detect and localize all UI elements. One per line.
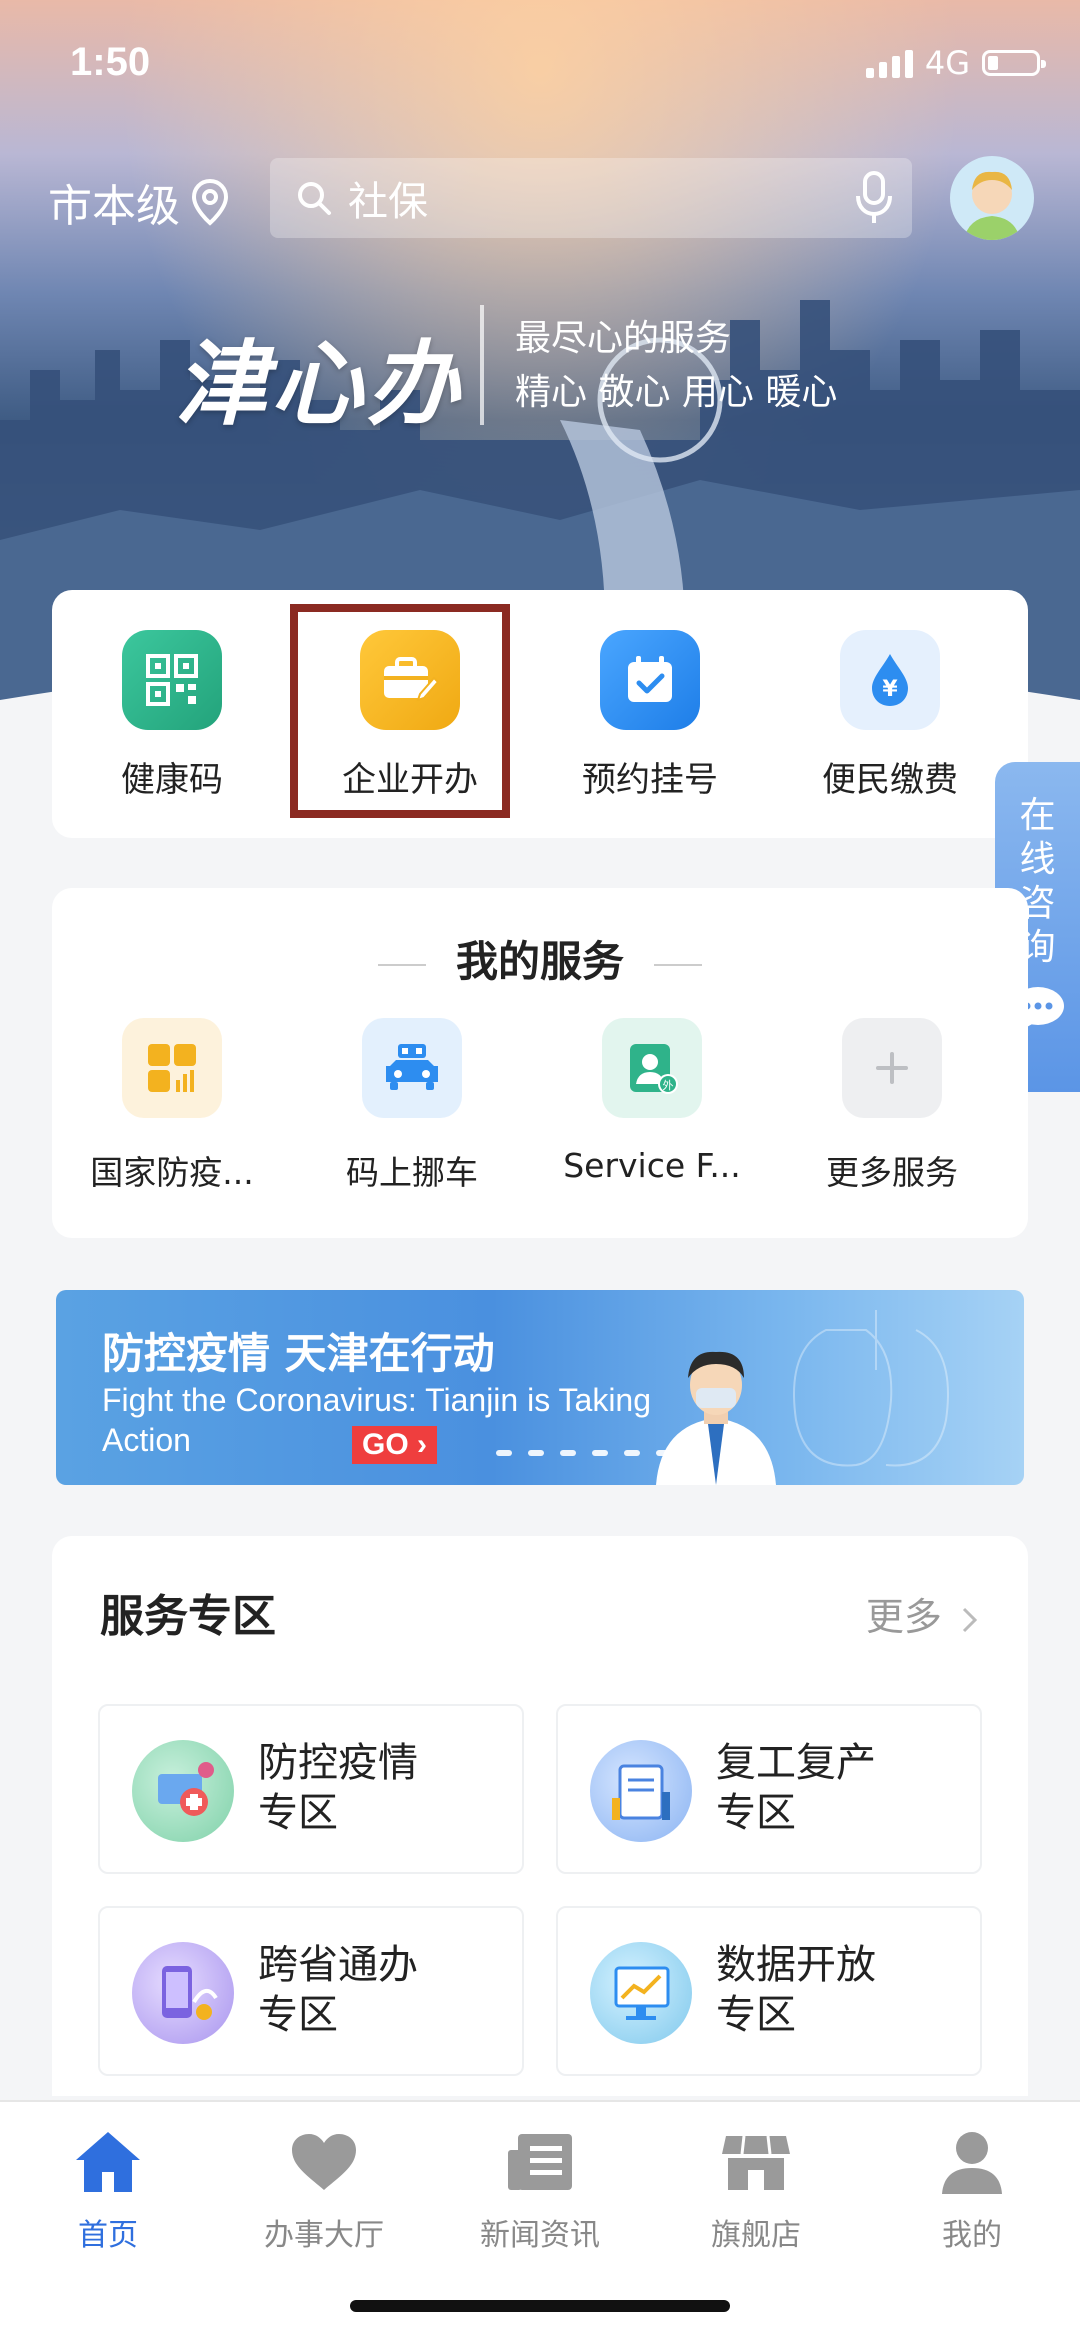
highlight-annotation-box [290, 604, 510, 818]
service-item-label: Service F... [563, 1146, 741, 1185]
service-item-foreigner[interactable]: 外 Service F... [532, 1018, 772, 1185]
network-label: 4G [924, 44, 970, 82]
svg-text:外: 外 [663, 1079, 674, 1092]
qr-code-icon [122, 630, 222, 730]
car-icon [362, 1018, 462, 1118]
zone-item-cross-province[interactable]: 跨省通办 专区 [98, 1906, 524, 2076]
zone-line2: 专区 [258, 1790, 338, 1836]
slogan-line1: 最尽心的服务 [515, 318, 732, 359]
location-label: 市本级 [48, 181, 180, 232]
avatar-icon [964, 171, 1020, 240]
quick-action-label: 便民缴费 [822, 760, 958, 800]
foreigner-id-icon: 外 [602, 1018, 702, 1118]
open-data-zone-icon [590, 1942, 692, 2044]
quick-action-label: 预约挂号 [582, 760, 718, 800]
service-item-label: 更多服务 [826, 1153, 958, 1192]
tab-service-hall[interactable]: 办事大厅 [216, 2122, 432, 2254]
zone-line2: 专区 [716, 1790, 796, 1836]
yuan-drop-icon: ¥ [840, 630, 940, 730]
calendar-check-icon [600, 630, 700, 730]
zone-line1: 防控疫情 [258, 1740, 418, 1786]
zone-line2: 专区 [716, 1992, 796, 2038]
svg-text:¥: ¥ [882, 677, 898, 702]
chevron-right-icon [962, 1607, 978, 1632]
status-time: 1:50 [70, 40, 151, 84]
promo-banner[interactable]: 防控疫情 天津在行动 Fight the Coronavirus: Tianji… [56, 1290, 1024, 1485]
grid-chart-icon [122, 1018, 222, 1118]
zone-line1: 复工复产 [716, 1740, 876, 1786]
quick-actions-card: 健康码 企业开办 预约挂号 ¥ 便民缴费 [52, 590, 1028, 838]
tab-me[interactable]: 我的 [864, 2122, 1080, 2254]
search-icon [298, 182, 331, 215]
my-services-title: 我的服务 [52, 928, 1028, 989]
tab-news[interactable]: 新闻资讯 [432, 2122, 648, 2254]
search-input[interactable]: 社保 [270, 158, 912, 238]
service-item-move-car[interactable]: 码上挪车 [292, 1018, 532, 1194]
signal-icon [865, 48, 913, 78]
resume-work-zone-icon [590, 1740, 692, 1842]
store-icon [648, 2122, 864, 2202]
plus-icon [842, 1018, 942, 1118]
service-zone-title: 服务专区 [100, 1591, 276, 1642]
zone-line2: 专区 [258, 1992, 338, 2038]
service-item-epidemic[interactable]: 国家防疫... [52, 1018, 292, 1194]
quick-action-label: 健康码 [121, 760, 223, 800]
tab-store[interactable]: 旗舰店 [648, 2122, 864, 2254]
more-label: 更多 [865, 1595, 942, 1639]
carousel-indicator [496, 1450, 672, 1456]
user-icon [864, 2122, 1080, 2202]
status-bar: 1:50 4G [0, 0, 1080, 130]
my-services-title-text: 我的服务 [455, 937, 624, 986]
tab-label: 我的 [942, 2218, 1002, 2253]
tab-label: 办事大厅 [264, 2218, 384, 2253]
quick-action-health-code[interactable]: 健康码 [72, 630, 272, 801]
zone-item-epidemic[interactable]: 防控疫情 专区 [98, 1704, 524, 1874]
tab-label: 新闻资讯 [480, 2218, 600, 2253]
zone-line1: 跨省通办 [258, 1942, 418, 1988]
epidemic-zone-icon [132, 1740, 234, 1842]
slogan-line2: 精心 敬心 用心 暖心 [515, 372, 838, 413]
tab-label: 首页 [78, 2218, 138, 2253]
banner-go-button[interactable]: GO › [352, 1426, 437, 1464]
service-item-label: 码上挪车 [346, 1153, 478, 1192]
service-item-more[interactable]: 更多服务 [772, 1018, 1012, 1194]
slogan-divider [480, 305, 484, 425]
service-zone-card: 服务专区 更多 防控疫情 专区 复工复产 专区 跨省通办 专区 数据开放 专区 [52, 1536, 1028, 2096]
zone-line1: 数据开放 [716, 1942, 876, 1988]
quick-action-payments[interactable]: ¥ 便民缴费 [790, 630, 990, 801]
heart-icon [216, 2122, 432, 2202]
slogan: 最尽心的服务 精心 敬心 用心 暖心 [515, 312, 837, 420]
location-selector[interactable]: 市本级 [48, 170, 230, 234]
avatar[interactable] [950, 156, 1034, 240]
banner-title: 防控疫情 天津在行动 [102, 1329, 495, 1378]
cross-province-zone-icon [132, 1942, 234, 2044]
microphone-icon[interactable] [854, 170, 894, 226]
service-item-label: 国家防疫... [90, 1153, 254, 1192]
zone-item-open-data[interactable]: 数据开放 专区 [556, 1906, 982, 2076]
zone-item-resume-work[interactable]: 复工复产 专区 [556, 1704, 982, 1874]
news-icon [432, 2122, 648, 2202]
location-pin-icon [191, 178, 229, 226]
battery-icon [982, 50, 1046, 76]
service-zone-more-link[interactable]: 更多 [866, 1586, 980, 1641]
home-indicator [350, 2300, 730, 2312]
my-services-card: 我的服务 国家防疫... 码上挪车 外 Service F... 更多服务 [52, 888, 1028, 1238]
brand-logo: 津心办 [175, 330, 464, 438]
quick-action-appointment[interactable]: 预约挂号 [550, 630, 750, 801]
tab-label: 旗舰店 [711, 2218, 801, 2253]
search-placeholder: 社保 [348, 179, 428, 225]
home-icon [0, 2122, 216, 2202]
tab-home[interactable]: 首页 [0, 2122, 216, 2254]
